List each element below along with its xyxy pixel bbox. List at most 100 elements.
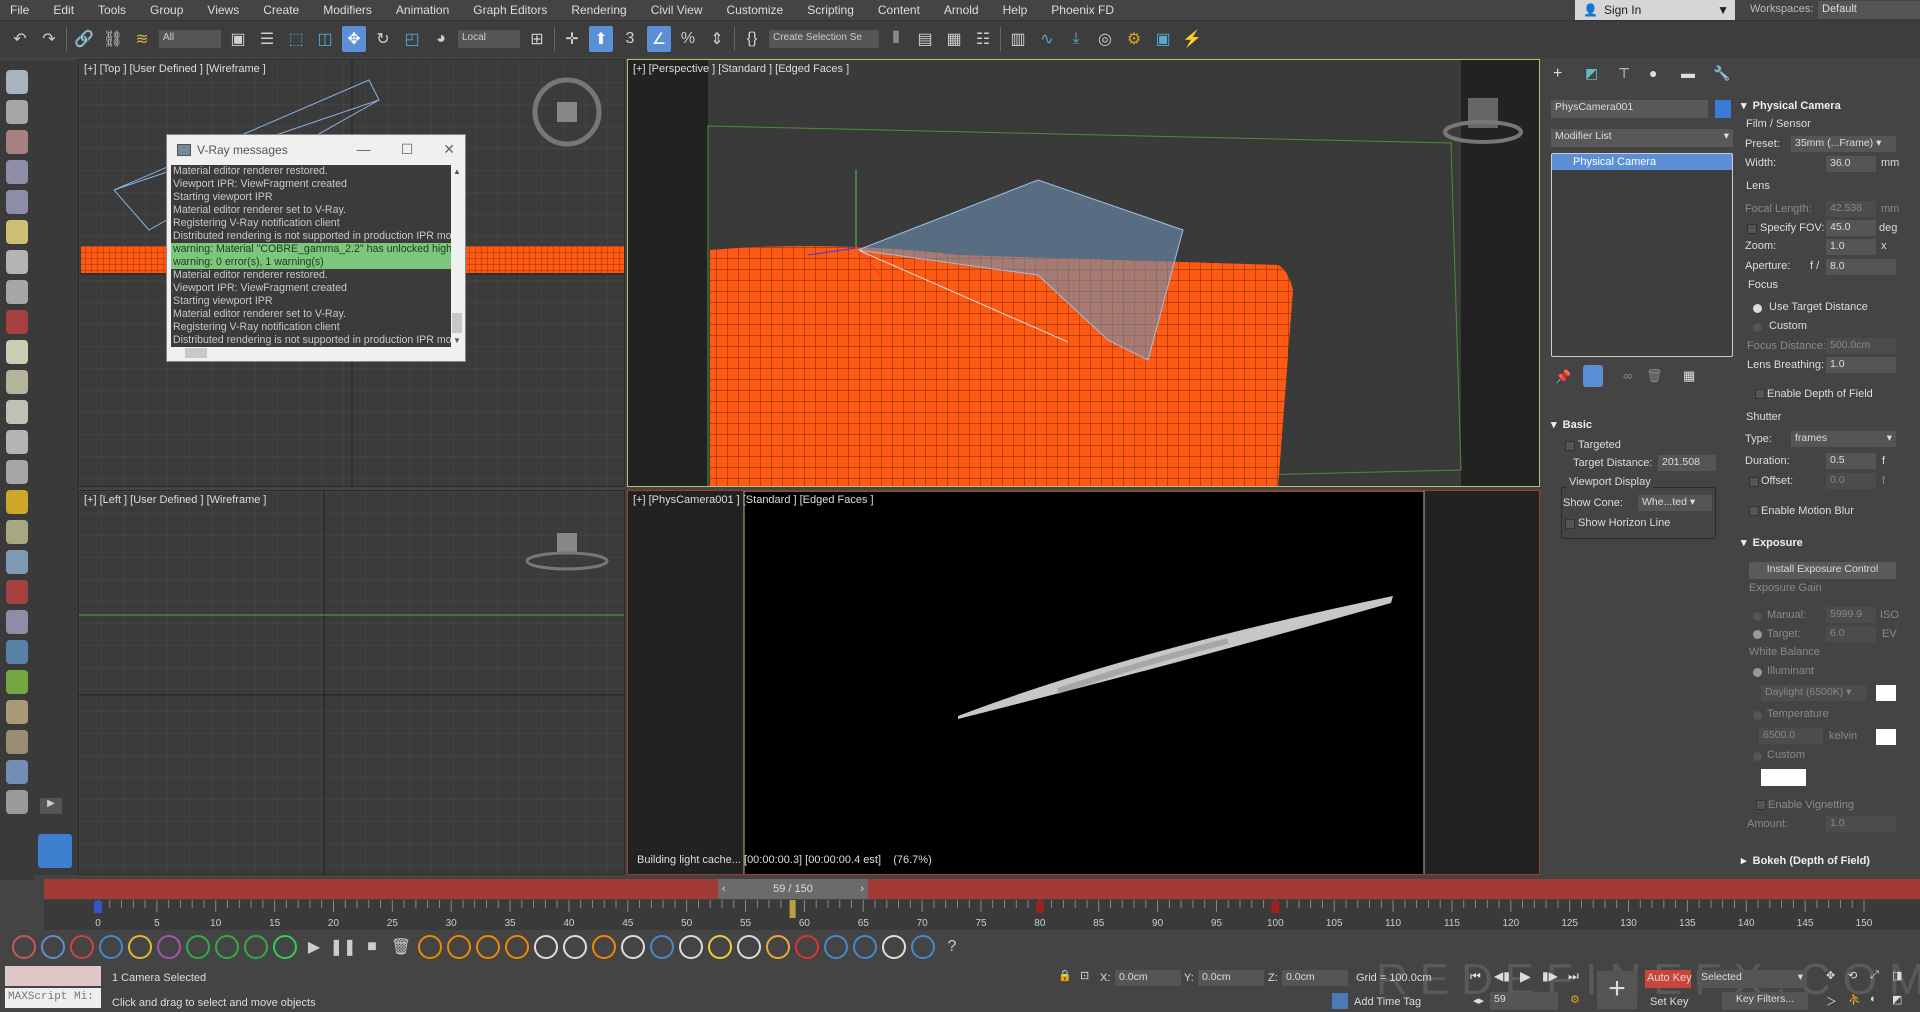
time-tag-icon[interactable] [1332, 993, 1348, 1009]
duration-spinner[interactable]: 0.5 [1826, 453, 1876, 469]
motion-tab-icon[interactable]: ● [1649, 65, 1657, 81]
target-distance-spinner[interactable]: 201.508 [1658, 455, 1716, 471]
scene-explorer-icon[interactable]: ▦ [942, 26, 966, 52]
modify-tab-icon[interactable]: ◩ [1585, 65, 1598, 82]
waterfall-icon[interactable] [882, 934, 906, 959]
viewport-label[interactable]: [+] [PhysCamera001 ] [Standard ] [Edged … [633, 494, 874, 506]
material-editor-icon[interactable]: ◎ [1093, 26, 1117, 52]
percent-snap-icon[interactable]: % [676, 26, 700, 52]
fov-spinner[interactable]: 45.0 [1826, 220, 1876, 236]
current-frame-marker[interactable] [789, 900, 796, 918]
stop-icon[interactable]: ■ [360, 935, 384, 959]
candle-icon[interactable] [592, 934, 616, 959]
mirror-icon[interactable]: ⫴ [884, 26, 908, 52]
menu-modifiers[interactable]: Modifiers [313, 3, 382, 17]
hair-icon[interactable] [6, 700, 28, 724]
dome-camera-icon[interactable] [6, 280, 28, 304]
maximize-toggle-icon[interactable]: ◩ [1892, 993, 1902, 1006]
pause-icon[interactable]: ❚❚ [330, 935, 357, 959]
unlink-icon[interactable]: ⛓ [101, 26, 125, 52]
keyboard-shortcut-override-icon[interactable]: ⬆ [589, 26, 613, 52]
exposure-rollout-header[interactable]: ▾ Exposure [1741, 536, 1803, 549]
menu-create[interactable]: Create [253, 3, 309, 17]
box-wire-icon[interactable] [41, 934, 65, 959]
create-tab-icon[interactable]: + [1553, 65, 1562, 83]
wave-icon[interactable] [853, 934, 877, 959]
enable-dof-checkbox[interactable] [1755, 389, 1765, 399]
target-ev-spinner[interactable]: 6.0 [1826, 626, 1876, 642]
menu-file[interactable]: File [0, 3, 39, 17]
menu-views[interactable]: Views [197, 3, 249, 17]
focus-distance-spinner[interactable]: 500.0cm [1826, 338, 1896, 354]
show-end-result-icon[interactable] [1583, 365, 1603, 387]
box-icon[interactable] [12, 934, 36, 959]
menu-edit[interactable]: Edit [43, 3, 84, 17]
walkthrough-icon[interactable]: ⛹ [1848, 993, 1862, 1006]
zoom-spinner[interactable]: 1.0 [1826, 239, 1876, 255]
menu-rendering[interactable]: Rendering [561, 3, 636, 17]
previous-key-icon[interactable]: ◀▮ [1494, 969, 1510, 983]
current-frame-spinner[interactable]: 59 [1490, 992, 1558, 1010]
preset-dropdown[interactable]: 35mm (...Frame) ▾ [1791, 136, 1896, 152]
menu-arnold[interactable]: Arnold [934, 3, 989, 17]
scroll-thumb[interactable] [452, 313, 462, 333]
select-object-icon[interactable]: ▣ [226, 26, 250, 52]
next-key-icon[interactable]: ▮▶ [1542, 969, 1558, 983]
animation-key[interactable] [1035, 901, 1044, 913]
select-by-name-icon[interactable]: ☰ [255, 26, 279, 52]
sign-in-button[interactable]: 👤 Sign In ▼ [1575, 0, 1735, 20]
temperature-color-swatch[interactable] [1876, 729, 1896, 745]
set-key-button[interactable]: Set Key [1650, 996, 1689, 1008]
ornatrix-icon[interactable] [6, 730, 28, 754]
render-settings-icon[interactable] [6, 160, 28, 184]
orbit-icon[interactable]: ⟲ [1848, 969, 1857, 982]
key-mode-dropdown[interactable]: Selected ▾ [1697, 970, 1807, 988]
menu-civil-view[interactable]: Civil View [641, 3, 713, 17]
menu-help[interactable]: Help [993, 3, 1038, 17]
vignetting-amount-spinner[interactable]: 1.0 [1826, 816, 1896, 832]
bokeh-rollout-header[interactable]: ▸ Bokeh (Depth of Field) [1741, 854, 1870, 867]
prev-frame-icon[interactable]: ‹ [722, 883, 726, 895]
fire-icon[interactable] [418, 934, 442, 959]
menu-customize[interactable]: Customize [717, 3, 794, 17]
milk-icon[interactable] [679, 934, 703, 959]
width-spinner[interactable]: 36.0 [1826, 156, 1876, 172]
go-to-end-icon[interactable]: ⏭ [1568, 969, 1579, 984]
stack-item[interactable]: Physical Camera [1552, 154, 1732, 170]
window-crossing-icon[interactable]: ◫ [313, 26, 337, 52]
ambient-light-icon[interactable] [6, 520, 28, 544]
stereo-camera-icon[interactable] [6, 310, 28, 334]
go-to-start-icon[interactable]: ⏮ [1470, 969, 1481, 984]
play-icon[interactable]: ▶ [1520, 968, 1531, 985]
render-setup-icon[interactable]: ⚙ [1122, 26, 1146, 52]
render-production-icon[interactable]: ⚡ [1180, 26, 1204, 52]
configure-modifier-sets-icon[interactable]: ▦ [1683, 368, 1695, 384]
ribbon-icon[interactable]: ▥ [1006, 26, 1030, 52]
angle-snap-icon[interactable]: ∠ [647, 26, 671, 52]
redo-icon[interactable]: ↷ [37, 26, 61, 52]
fire-icon[interactable] [476, 934, 500, 959]
fire-icon[interactable] [505, 934, 529, 959]
rotate-icon[interactable]: ↻ [371, 26, 395, 52]
illuminant-dropdown[interactable]: Daylight (6500K) ▾ [1761, 685, 1866, 701]
add-time-tag-button[interactable]: Add Time Tag [1354, 996, 1421, 1008]
grass-icon[interactable] [6, 670, 28, 694]
install-exposure-control-button[interactable]: Install Exposure Control [1749, 562, 1896, 579]
illuminant-radio[interactable] [1753, 668, 1762, 677]
coffee-icon[interactable] [737, 934, 761, 959]
time-slider-track[interactable] [44, 879, 1920, 899]
smoke-icon[interactable] [563, 934, 587, 959]
pour-icon[interactable] [766, 934, 790, 959]
fire-icon[interactable] [447, 934, 471, 959]
manual-iso-spinner[interactable]: 5999.9 [1826, 607, 1876, 623]
viewport-label[interactable]: [+] [Perspective ] [Standard ] [Edged Fa… [633, 63, 849, 75]
cloud-icon[interactable] [6, 100, 28, 124]
workspaces-dropdown[interactable]: Default [1818, 1, 1920, 19]
utilities-tab-icon[interactable]: 🔧 [1713, 65, 1730, 82]
time-configuration-icon[interactable]: ⚙ [1570, 993, 1580, 1006]
z-coordinate-input[interactable]: 0.0cm [1282, 970, 1348, 986]
menu-content[interactable]: Content [868, 3, 930, 17]
use-target-distance-radio[interactable] [1753, 304, 1762, 313]
x-coordinate-input[interactable]: 0.0cm [1115, 970, 1181, 986]
targeted-checkbox[interactable] [1565, 441, 1575, 451]
